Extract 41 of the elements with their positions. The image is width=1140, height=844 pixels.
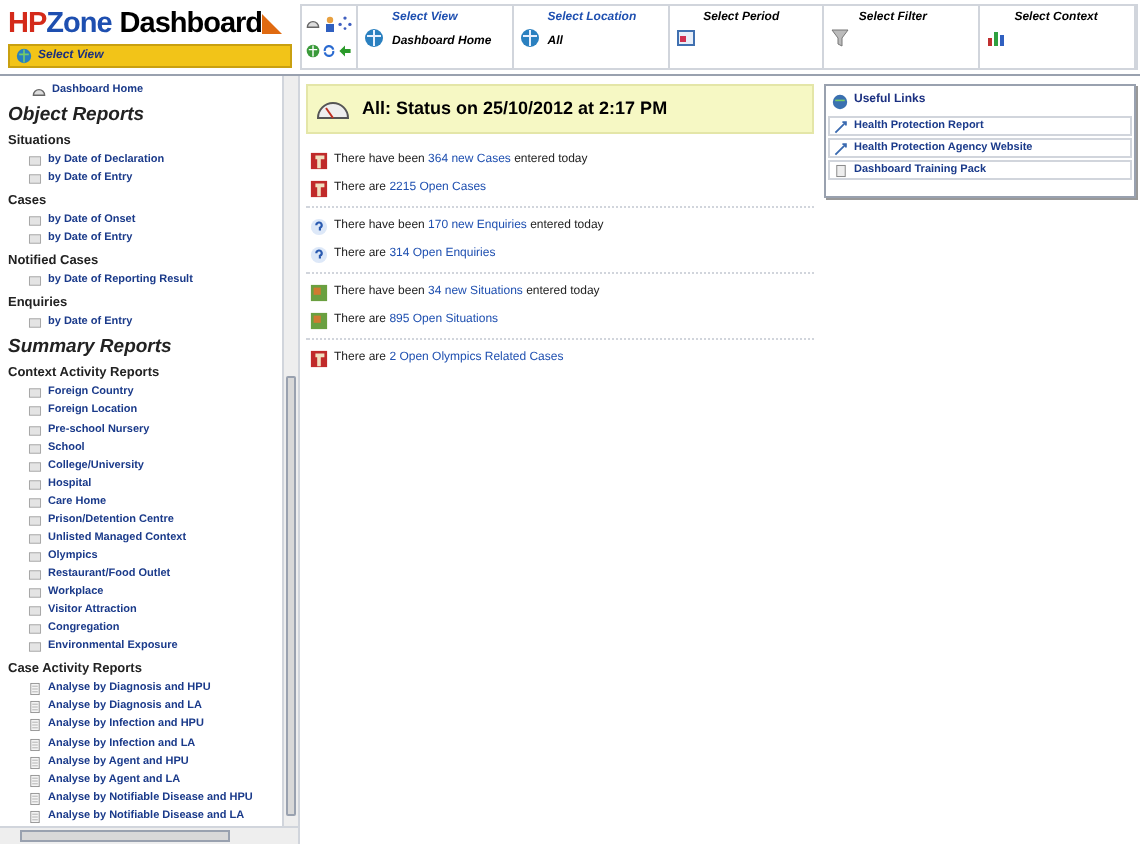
situation-icon: [310, 311, 328, 329]
case-icon: [310, 349, 328, 367]
sparkle-icon[interactable]: [338, 16, 352, 31]
globe-icon: [16, 48, 32, 64]
document-icon: [28, 755, 42, 770]
chart-icon[interactable]: [986, 27, 1007, 47]
section-heading: Summary Reports: [8, 334, 174, 361]
case-icon: [310, 179, 328, 197]
logo-text: HPZone Dashboard: [8, 6, 263, 42]
report-icon: [28, 274, 42, 289]
question-icon: [310, 245, 328, 263]
globe-icon[interactable]: [519, 27, 540, 47]
document-icon: [28, 718, 42, 733]
gauge-icon: [316, 98, 350, 120]
calendar-icon[interactable]: [675, 27, 696, 47]
question-icon: [310, 217, 328, 235]
refresh-icon[interactable]: [322, 44, 336, 59]
globe-icon: [832, 93, 848, 109]
vertical-scrollbar[interactable]: [282, 76, 298, 826]
document-icon: [834, 163, 848, 177]
document-icon: [28, 809, 42, 824]
gauge-icon: [32, 83, 46, 98]
section-heading: Object Reports: [8, 101, 147, 128]
back-arrow-icon[interactable]: [338, 44, 352, 59]
status-title: All: Status on 25/10/2012 at 2:17 PM: [362, 95, 668, 122]
case-icon: [310, 151, 328, 169]
triangle-icon: [262, 14, 283, 34]
document-icon: [28, 737, 42, 751]
horizontal-scrollbar[interactable]: [0, 826, 298, 844]
person-icon[interactable]: [323, 15, 335, 32]
document-icon: [28, 773, 42, 788]
globe-icon[interactable]: [364, 27, 384, 47]
link-icon: [834, 119, 848, 133]
document-icon: [28, 791, 42, 806]
link-icon: [834, 141, 848, 155]
document-icon: [28, 682, 42, 697]
situation-icon: [310, 283, 328, 301]
gauge-icon[interactable]: [306, 16, 320, 31]
document-icon: [28, 700, 42, 715]
report-icon: [28, 316, 42, 331]
filter-icon[interactable]: [830, 27, 851, 47]
